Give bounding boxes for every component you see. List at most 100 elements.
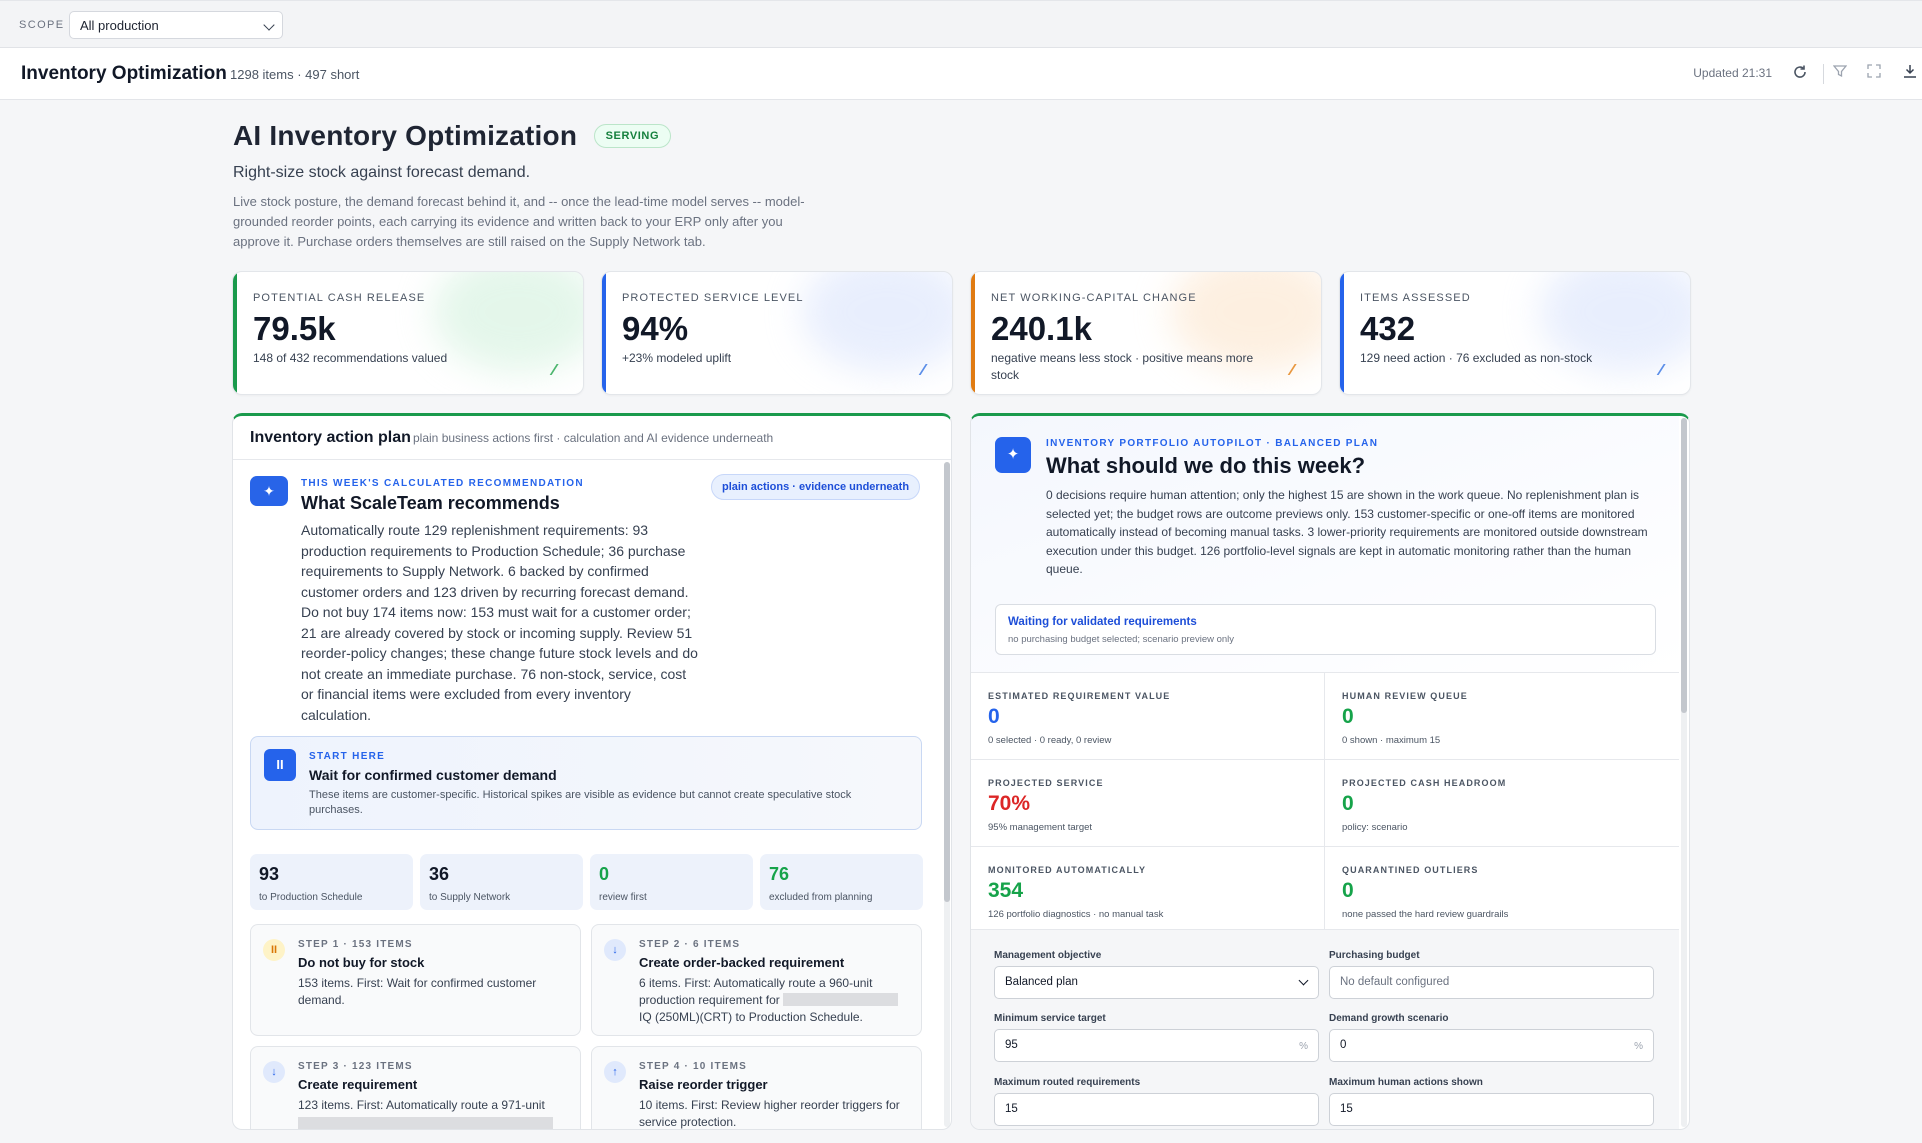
metric-value: 354 xyxy=(988,879,1024,902)
chevron-down-icon xyxy=(1298,975,1309,986)
kpi-note: +23% modeled uplift xyxy=(622,351,732,365)
budget-label: Purchasing budget xyxy=(1329,950,1420,961)
scope-select[interactable]: All production xyxy=(69,11,283,39)
kpi-card-service-level: PROTECTED SERVICE LEVEL 94% +23% modeled… xyxy=(601,271,953,395)
hero-description: Live stock posture, the demand forecast … xyxy=(233,194,805,249)
arrow-down-icon: ↓ xyxy=(263,1061,285,1083)
kpi-label: NET WORKING-CAPITAL CHANGE xyxy=(991,292,1197,304)
autopilot-title: What should we do this week? xyxy=(1046,453,1366,478)
sparkle-icon: ✦ xyxy=(995,437,1031,473)
metric-sub: 0 shown · maximum 15 xyxy=(1342,735,1441,746)
step-label: STEP 1 · 153 ITEMS xyxy=(298,939,413,950)
pause-icon: II xyxy=(264,749,296,781)
step-title: Create requirement xyxy=(298,1077,418,1092)
metric-sub: 95% management target xyxy=(988,822,1093,833)
metric-label: PROJECTED SERVICE xyxy=(988,778,1104,788)
kpi-note: 148 of 432 recommendations valued xyxy=(253,351,448,365)
metric-human-review-queue: HUMAN REVIEW QUEUE 0 0 shown · maximum 1… xyxy=(1325,672,1679,759)
kpi-note: negative means less stock · positive mea… xyxy=(991,351,1254,382)
hero-title: AI Inventory Optimization xyxy=(233,120,578,151)
kpi-card-items-assessed: ITEMS ASSESSED 432 129 need action · 76 … xyxy=(1339,271,1691,395)
routed-requirements-label: Maximum routed requirements xyxy=(994,1077,1141,1088)
routed-requirements-input[interactable]: 15 xyxy=(994,1093,1319,1126)
step-description: 123 items. First: Automatically route a … xyxy=(298,1097,568,1129)
header-divider xyxy=(1823,64,1824,84)
recommendation-eyebrow: THIS WEEK'S CALCULATED RECOMMENDATION xyxy=(301,478,584,489)
service-target-input[interactable]: 95 % xyxy=(994,1029,1319,1062)
metric-value: 0 xyxy=(1342,879,1354,902)
metric-value: 70% xyxy=(988,792,1031,815)
metric-sub: policy: scenario xyxy=(1342,822,1408,833)
arrow-down-icon: ↓ xyxy=(604,939,626,961)
step-label: STEP 3 · 123 ITEMS xyxy=(298,1061,413,1072)
autopilot-settings-form: Management objective Balanced plan Purch… xyxy=(971,929,1679,1129)
count-label: excluded from planning xyxy=(769,892,873,903)
portfolio-autopilot-panel: ✦ INVENTORY PORTFOLIO AUTOPILOT · BALANC… xyxy=(970,413,1690,1130)
objective-label: Management objective xyxy=(994,950,1102,961)
step-card-4[interactable]: ↑ STEP 4 · 10 ITEMS Raise reorder trigge… xyxy=(591,1046,922,1129)
recommendation-title: What ScaleTeam recommends xyxy=(301,493,560,513)
scrollbar[interactable] xyxy=(1681,418,1687,1127)
count-label: review first xyxy=(599,892,647,903)
growth-scenario-value: 0 xyxy=(1340,1039,1347,1051)
scrollbar-thumb[interactable] xyxy=(944,462,950,902)
budget-input[interactable]: No default configured xyxy=(1329,966,1654,999)
kpi-accent-bar xyxy=(971,272,975,394)
start-here-card[interactable]: II START HERE Wait for confirmed custome… xyxy=(250,736,922,830)
pause-icon: II xyxy=(263,939,285,961)
redacted-text xyxy=(783,993,899,1006)
refresh-icon[interactable] xyxy=(1790,64,1810,84)
updated-timestamp: Updated 21:31 xyxy=(1693,66,1772,80)
recommendation-body: Automatically route 129 replenishment re… xyxy=(301,522,698,723)
metric-label: MONITORED AUTOMATICALLY xyxy=(988,865,1147,875)
kpi-note: 129 need action · 76 excluded as non-sto… xyxy=(1360,351,1593,365)
scrollbar[interactable] xyxy=(944,462,950,1127)
metric-value: 0 xyxy=(1342,792,1354,815)
kpi-label: PROTECTED SERVICE LEVEL xyxy=(622,292,804,304)
metric-label: HUMAN REVIEW QUEUE xyxy=(1342,691,1468,701)
percent-unit: % xyxy=(1634,1041,1643,1052)
evidence-pill[interactable]: plain actions · evidence underneath xyxy=(711,474,921,500)
scope-label: SCOPE xyxy=(19,19,65,31)
step-title: Do not buy for stock xyxy=(298,955,425,970)
kpi-card-working-capital: NET WORKING-CAPITAL CHANGE 240.1k negati… xyxy=(970,271,1322,395)
step-card-1[interactable]: II STEP 1 · 153 ITEMS Do not buy for sto… xyxy=(250,924,581,1036)
metric-sub: 126 portfolio diagnostics · no manual ta… xyxy=(988,909,1164,920)
autopilot-description: 0 decisions require human attention; onl… xyxy=(1046,488,1648,576)
service-target-label: Minimum service target xyxy=(994,1013,1106,1024)
metric-label: ESTIMATED REQUIREMENT VALUE xyxy=(988,691,1171,701)
kpi-label: POTENTIAL CASH RELEASE xyxy=(253,292,426,304)
metric-monitored-automatically: MONITORED AUTOMATICALLY 354 126 portfoli… xyxy=(971,846,1325,933)
expand-icon[interactable] xyxy=(1864,64,1884,84)
growth-scenario-input[interactable]: 0 % xyxy=(1329,1029,1654,1062)
step-description: 153 items. First: Wait for confirmed cus… xyxy=(298,976,537,1007)
start-title: Wait for confirmed customer demand xyxy=(309,767,557,783)
arrow-up-icon: ↑ xyxy=(604,1061,626,1083)
kpi-value: 79.5k xyxy=(253,310,336,347)
count-review-first: 0 review first xyxy=(590,854,753,910)
count-value: 93 xyxy=(259,864,280,884)
metric-sub: 0 selected · 0 ready, 0 review xyxy=(988,735,1112,746)
page-meta: 1298 items · 497 short xyxy=(230,67,360,82)
objective-select[interactable]: Balanced plan xyxy=(994,966,1319,999)
count-label: to Supply Network xyxy=(429,892,511,903)
kpi-value: 432 xyxy=(1360,310,1416,347)
scope-select-value: All production xyxy=(80,18,159,33)
step-card-3[interactable]: ↓ STEP 3 · 123 ITEMS Create requirement … xyxy=(250,1046,581,1129)
count-value: 76 xyxy=(769,864,790,884)
growth-scenario-label: Demand growth scenario xyxy=(1329,1013,1449,1024)
count-production-schedule: 93 to Production Schedule xyxy=(250,854,413,910)
count-supply-network: 36 to Supply Network xyxy=(420,854,583,910)
human-actions-input[interactable]: 15 xyxy=(1329,1093,1654,1126)
filter-icon[interactable] xyxy=(1830,64,1850,84)
metric-value: 0 xyxy=(988,705,1000,728)
status-badge: SERVING xyxy=(593,124,672,148)
count-value: 36 xyxy=(429,864,450,884)
recommendation: THIS WEEK'S CALCULATED RECOMMENDATION Wh… xyxy=(301,478,701,725)
step-title: Raise reorder trigger xyxy=(639,1077,768,1092)
download-icon[interactable] xyxy=(1900,64,1920,84)
kpi-value: 94% xyxy=(622,310,689,347)
step-card-2[interactable]: ↓ STEP 2 · 6 ITEMS Create order-backed r… xyxy=(591,924,922,1036)
scrollbar-thumb[interactable] xyxy=(1681,418,1687,713)
objective-select-value: Balanced plan xyxy=(1005,976,1078,988)
